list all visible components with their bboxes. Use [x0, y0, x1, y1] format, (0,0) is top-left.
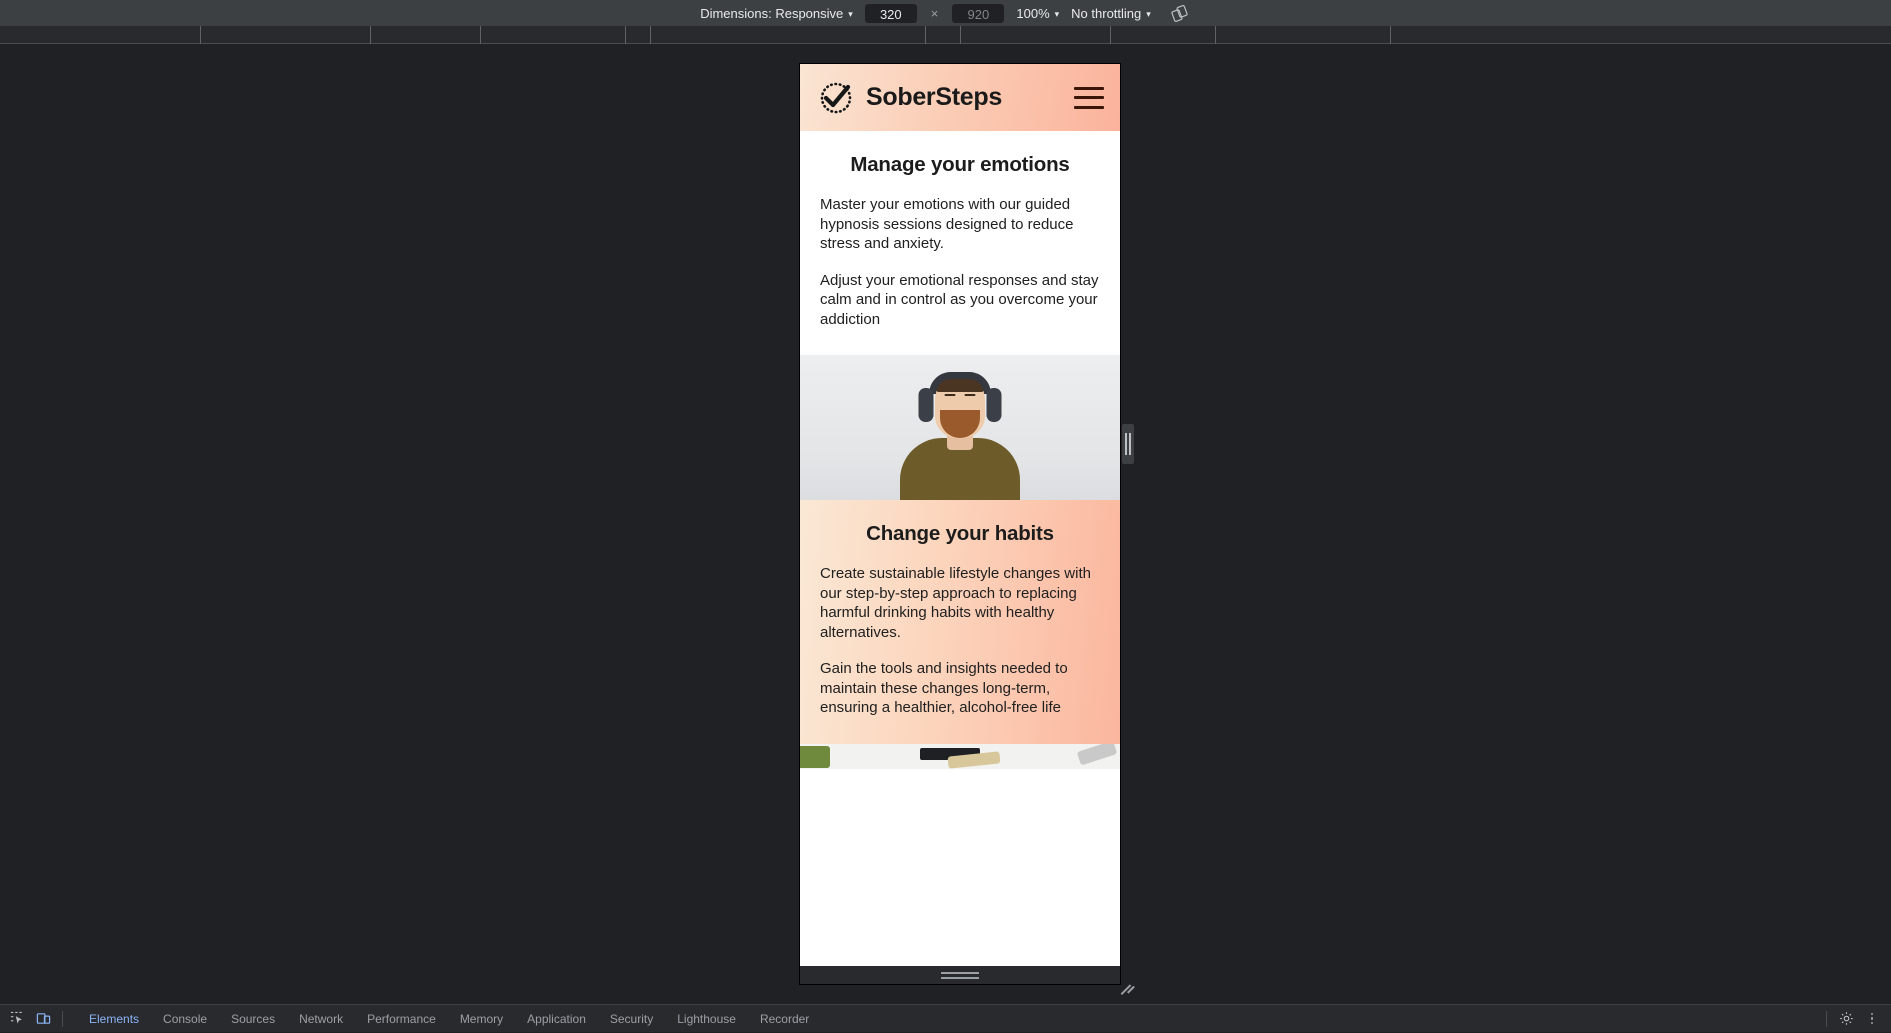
throttling-select[interactable]: No throttling ▾ — [1071, 6, 1151, 21]
ruler-tick — [1390, 26, 1391, 44]
dot — [1871, 1013, 1874, 1016]
hamburger-bar — [1074, 96, 1104, 99]
throttling-label: No throttling — [1071, 6, 1141, 21]
photo-headphone-cup-right — [987, 388, 1002, 422]
dot — [1871, 1017, 1874, 1020]
device-emulation-stage: SoberSteps Manage your emotions Master y… — [0, 44, 1891, 1004]
hamburger-bar — [1074, 87, 1104, 90]
tab-memory[interactable]: Memory — [448, 1005, 515, 1033]
tab-network[interactable]: Network — [287, 1005, 355, 1033]
drag-line — [1125, 433, 1127, 455]
section-paragraph: Adjust your emotional responses and stay… — [820, 271, 1100, 330]
inspect-element-icon[interactable] — [4, 1006, 30, 1032]
brand-name: SoberSteps — [866, 83, 1064, 112]
rotate-device-icon[interactable] — [1169, 2, 1191, 24]
viewport-resize-handle-corner[interactable] — [1120, 982, 1136, 998]
tab-elements[interactable]: Elements — [77, 1005, 151, 1033]
section-manage-emotions: Manage your emotions Master your emotion… — [800, 131, 1120, 355]
dimension-multiply-symbol: × — [929, 6, 941, 21]
devtools-tabbar: Elements Console Sources Network Perform… — [0, 1004, 1891, 1032]
hero-image-headphones — [800, 355, 1120, 500]
photo-eye-left — [945, 394, 956, 396]
dimensions-preset-select[interactable]: Dimensions: Responsive ▾ — [700, 6, 853, 21]
drag-line — [941, 977, 979, 979]
tab-application[interactable]: Application — [515, 1005, 598, 1033]
tab-performance[interactable]: Performance — [355, 1005, 448, 1033]
photo-headphone-band — [929, 372, 991, 394]
viewport-resize-handle-right[interactable] — [1122, 424, 1134, 464]
chevron-down-icon: ▾ — [848, 10, 853, 19]
tab-lighthouse[interactable]: Lighthouse — [665, 1005, 748, 1033]
toggle-device-toolbar-icon[interactable] — [30, 1006, 56, 1032]
viewport-resize-handle-bottom[interactable] — [800, 966, 1120, 984]
section-heading: Manage your emotions — [820, 153, 1100, 177]
ruler-tick — [960, 26, 961, 44]
more-dots — [1871, 1013, 1874, 1025]
dimensions-label: Dimensions: Responsive — [700, 6, 843, 21]
site-header: SoberSteps — [800, 64, 1120, 131]
ruler-tick — [480, 26, 481, 44]
secondary-image-partial — [800, 744, 1120, 769]
device-emulation-toolbar: Dimensions: Responsive ▾ 320 × 920 100% … — [0, 0, 1891, 26]
section-paragraph: Master your emotions with our guided hyp… — [820, 195, 1100, 254]
section-paragraph: Create sustainable lifestyle changes wit… — [820, 564, 1100, 642]
tab-recorder[interactable]: Recorder — [748, 1005, 821, 1033]
photo-greens — [800, 746, 830, 768]
tab-console[interactable]: Console — [151, 1005, 219, 1033]
chevron-down-icon: ▾ — [1146, 10, 1151, 19]
checkmark-dotted-circle-icon — [816, 78, 856, 118]
viewport-width-input[interactable]: 320 — [865, 4, 917, 23]
ruler-tick — [1110, 26, 1111, 44]
dot — [1871, 1022, 1874, 1025]
viewport-height-input[interactable]: 920 — [952, 4, 1004, 23]
ruler-tick — [1215, 26, 1216, 44]
drag-line — [1129, 433, 1131, 455]
zoom-select[interactable]: 100% ▾ — [1016, 6, 1059, 21]
ruler-tick — [625, 26, 626, 44]
toolbar-divider — [1826, 1011, 1827, 1027]
drag-line — [941, 972, 979, 974]
tab-security[interactable]: Security — [598, 1005, 665, 1033]
section-heading: Change your habits — [820, 522, 1100, 546]
gear-icon[interactable] — [1833, 1006, 1859, 1032]
devtools-tabbar-right — [1820, 1006, 1891, 1032]
viewport-ruler-horizontal — [0, 26, 1891, 44]
page-scroll-container[interactable]: SoberSteps Manage your emotions Master y… — [800, 64, 1120, 984]
emulated-page-viewport: SoberSteps Manage your emotions Master y… — [800, 64, 1120, 984]
toolbar-divider — [62, 1011, 63, 1027]
more-vertical-icon[interactable] — [1859, 1006, 1885, 1032]
ruler-tick — [200, 26, 201, 44]
hamburger-bar — [1074, 106, 1104, 109]
ruler-tick — [370, 26, 371, 44]
ruler-tick — [925, 26, 926, 44]
section-paragraph: Gain the tools and insights needed to ma… — [820, 659, 1100, 718]
devtools-panel-tabs: Elements Console Sources Network Perform… — [77, 1005, 821, 1033]
zoom-label: 100% — [1016, 6, 1049, 21]
photo-eye-right — [965, 394, 976, 396]
section-change-habits: Change your habits Create sustainable li… — [800, 500, 1120, 744]
photo-metal-object — [1077, 744, 1117, 766]
photo-headphone-cup-left — [919, 388, 934, 422]
chevron-down-icon: ▾ — [1055, 10, 1060, 19]
ruler-tick — [650, 26, 651, 44]
tab-sources[interactable]: Sources — [219, 1005, 287, 1033]
hamburger-menu-icon[interactable] — [1074, 87, 1104, 109]
